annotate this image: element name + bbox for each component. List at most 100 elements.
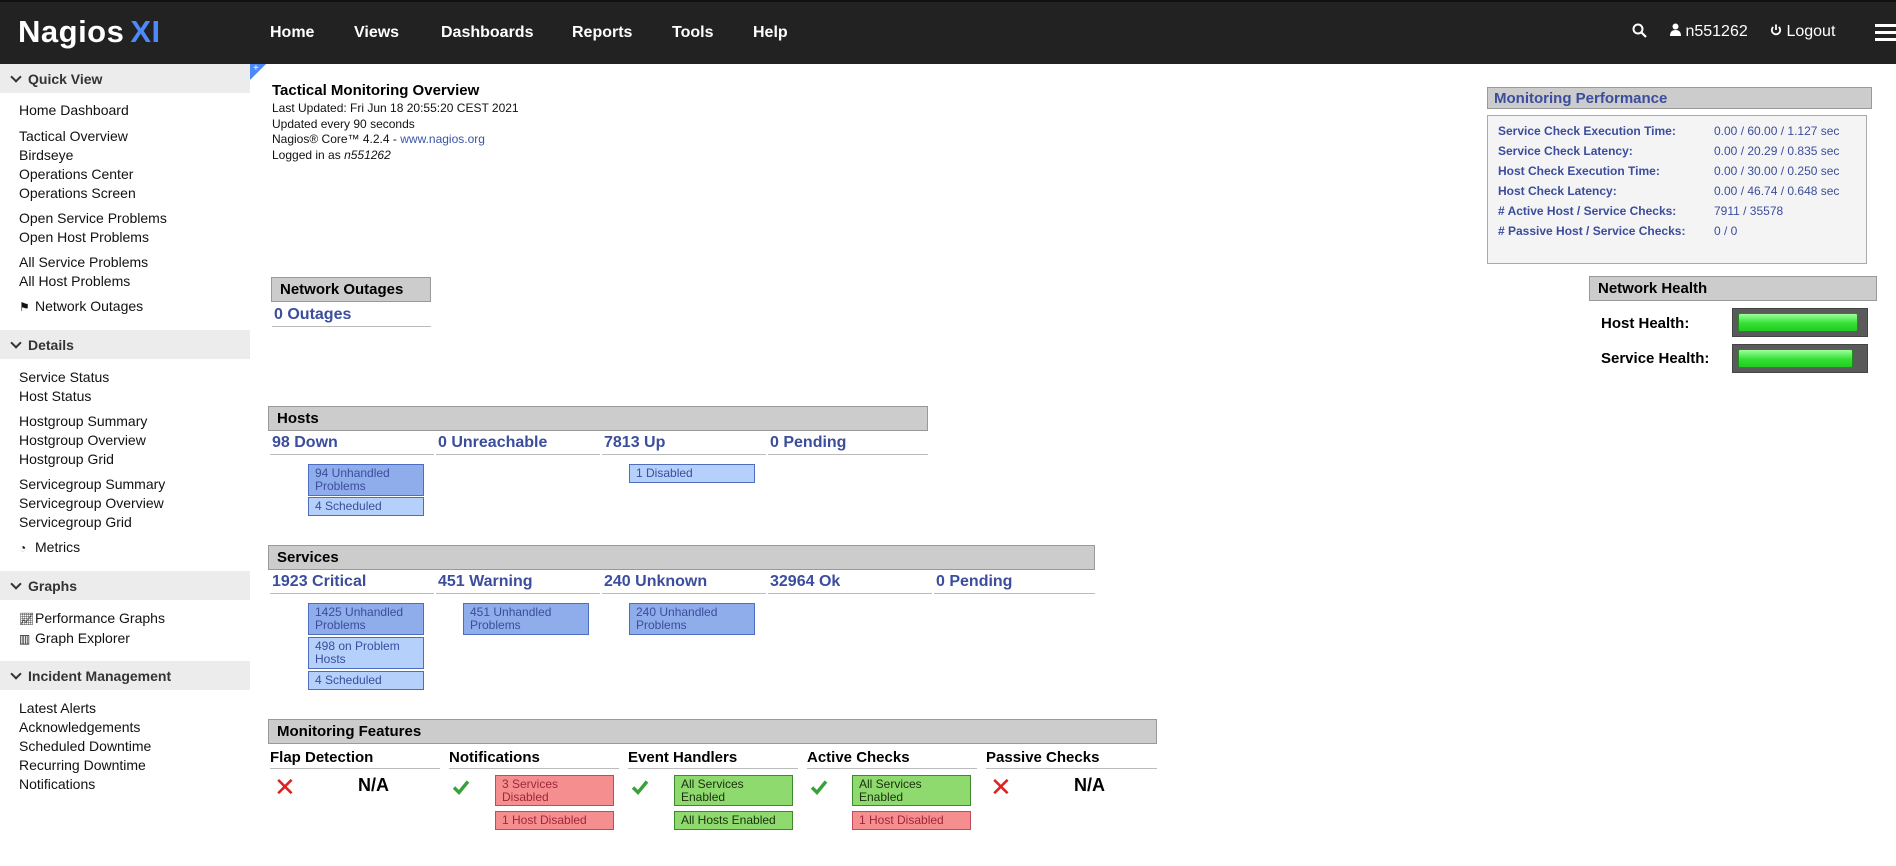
service-health-label: Service Health: <box>1601 350 1710 367</box>
nav-dashboards[interactable]: Dashboards <box>441 24 533 42</box>
flag-icon: ⚑ <box>19 300 30 314</box>
hosts-up-disabled-chip[interactable]: 1 Disabled <box>629 464 755 483</box>
sidebar-item-scheduled-downtime[interactable]: Scheduled Downtime <box>19 738 151 754</box>
enabled-check-icon[interactable] <box>810 778 828 796</box>
services-warning-link[interactable]: 451 Warning <box>436 573 600 594</box>
active-checks-services-enabled-chip[interactable]: All Services Enabled <box>852 775 971 806</box>
sidebar-item-open-service-problems[interactable]: Open Service Problems <box>19 210 167 226</box>
services-critical-scheduled-chip[interactable]: 4 Scheduled <box>308 671 424 690</box>
username-label: n551262 <box>1685 23 1748 40</box>
event-handlers-services-enabled-chip[interactable]: All Services Enabled <box>674 775 793 806</box>
event-handlers-hosts-enabled-chip[interactable]: All Hosts Enabled <box>674 811 793 830</box>
sidebar-item-all-host-problems[interactable]: All Host Problems <box>19 273 130 289</box>
chevron-down-icon <box>10 668 22 680</box>
sidebar-item-network-outages[interactable]: ⚑ Network Outages <box>19 298 143 314</box>
sidebar-item-servicegroup-summary[interactable]: Servicegroup Summary <box>19 476 165 492</box>
perf-label: Host Check Latency: <box>1498 184 1617 198</box>
sidebar-item-host-status[interactable]: Host Status <box>19 388 91 404</box>
sidebar-item-hostgroup-overview[interactable]: Hostgroup Overview <box>19 432 146 448</box>
sidebar-section-incident-management[interactable]: Incident Management <box>0 661 250 690</box>
search-button[interactable] <box>1632 23 1647 43</box>
sidebar-item-acknowledgements[interactable]: Acknowledgements <box>19 719 140 735</box>
perf-label: Service Check Execution Time: <box>1498 124 1676 138</box>
hosts-pending-link[interactable]: 0 Pending <box>768 434 928 455</box>
notifications-label: Notifications <box>449 749 619 769</box>
enabled-check-icon[interactable] <box>452 778 470 796</box>
host-health-label: Host Health: <box>1601 315 1690 332</box>
sidebar-section-quick-view[interactable]: Quick View <box>0 64 250 93</box>
sidebar-item-hostgroup-grid[interactable]: Hostgroup Grid <box>19 451 114 467</box>
notifications-services-disabled-chip[interactable]: 3 Services Disabled <box>495 775 614 806</box>
services-title: Services <box>268 545 1095 570</box>
sidebar-item-recurring-downtime[interactable]: Recurring Downtime <box>19 757 146 773</box>
sidebar-item-tactical-overview[interactable]: Tactical Overview <box>19 128 128 144</box>
sidebar-item-all-service-problems[interactable]: All Service Problems <box>19 254 148 270</box>
sidebar-item-notifications[interactable]: Notifications <box>19 776 95 792</box>
services-critical-on-problem-hosts-chip[interactable]: 498 on Problem Hosts <box>308 637 424 669</box>
sidebar-section-details[interactable]: Details <box>0 330 250 359</box>
disabled-x-icon[interactable]: ✕ <box>990 774 1012 800</box>
sidebar-item-metrics[interactable]: ◔ Metrics <box>19 539 80 555</box>
sidebar: Quick View Home Dashboard Tactical Overv… <box>0 64 250 866</box>
nagios-xi-logo[interactable]: Nagios XI <box>18 14 161 50</box>
nagios-link[interactable]: www.nagios.org <box>400 132 485 146</box>
logout-button[interactable]: Logout <box>1770 23 1835 41</box>
hosts-down-scheduled-chip[interactable]: 4 Scheduled <box>308 497 424 516</box>
perf-label: Service Check Latency: <box>1498 144 1633 158</box>
nav-home[interactable]: Home <box>270 24 314 42</box>
sidebar-item-graph-explorer[interactable]: ▥ Graph Explorer <box>19 630 130 646</box>
perf-value: 7911 / 35578 <box>1714 204 1784 218</box>
nav-reports[interactable]: Reports <box>572 24 632 42</box>
hosts-down-unhandled-chip[interactable]: 94 Unhandled Problems <box>308 464 424 496</box>
nav-views[interactable]: Views <box>354 24 399 42</box>
sidebar-item-open-host-problems[interactable]: Open Host Problems <box>19 229 149 245</box>
disabled-x-icon[interactable]: ✕ <box>274 774 296 800</box>
page-title: Tactical Monitoring Overview <box>272 82 480 99</box>
sidebar-item-servicegroup-overview[interactable]: Servicegroup Overview <box>19 495 164 511</box>
services-critical-link[interactable]: 1923 Critical <box>270 573 434 594</box>
sidebar-section-graphs[interactable]: Graphs <box>0 571 250 600</box>
nav-help[interactable]: Help <box>753 24 788 42</box>
host-health-fill <box>1738 313 1858 332</box>
sidebar-item-performance-graphs[interactable]: 📈︎Performance Graphs <box>19 610 165 626</box>
sidebar-item-servicegroup-grid[interactable]: Servicegroup Grid <box>19 514 132 530</box>
outages-count-link[interactable]: 0 Outages <box>272 306 431 327</box>
services-ok-link[interactable]: 32964 Ok <box>768 573 932 594</box>
services-unknown-unhandled-chip[interactable]: 240 Unhandled Problems <box>629 603 755 635</box>
active-checks-hosts-disabled-chip[interactable]: 1 Host Disabled <box>852 811 971 830</box>
monitoring-performance-title: Monitoring Performance <box>1487 87 1872 109</box>
monitoring-performance-table: Service Check Execution Time: 0.00 / 60.… <box>1487 115 1867 264</box>
core-version: Nagios® Core™ 4.2.4 - www.nagios.org <box>272 132 485 146</box>
nav-tools[interactable]: Tools <box>672 24 713 42</box>
main-content: + Tactical Monitoring Overview Last Upda… <box>250 64 1896 864</box>
enabled-check-icon[interactable] <box>631 778 649 796</box>
services-unknown-link[interactable]: 240 Unknown <box>602 573 766 594</box>
hosts-up-link[interactable]: 7813 Up <box>602 434 766 455</box>
sidebar-item-service-status[interactable]: Service Status <box>19 369 109 385</box>
sidebar-item-operations-center[interactable]: Operations Center <box>19 166 133 182</box>
sidebar-item-birdseye[interactable]: Birdseye <box>19 147 73 163</box>
perf-label: Host Check Execution Time: <box>1498 164 1660 178</box>
hosts-unreachable-link[interactable]: 0 Unreachable <box>436 434 600 455</box>
map-icon: ▥ <box>19 632 31 646</box>
services-pending-link[interactable]: 0 Pending <box>934 573 1095 594</box>
chevron-down-icon <box>10 578 22 590</box>
flap-detection-value: N/A <box>358 775 389 795</box>
user-menu[interactable]: n551262 <box>1670 23 1748 41</box>
passive-checks-label: Passive Checks <box>986 749 1157 769</box>
sidebar-item-home-dashboard[interactable]: Home Dashboard <box>19 102 129 118</box>
services-warning-unhandled-chip[interactable]: 451 Unhandled Problems <box>463 603 589 635</box>
logo-text: Nagios <box>18 14 125 49</box>
hosts-down-link[interactable]: 98 Down <box>270 434 434 455</box>
line-chart-icon: 📈︎ <box>19 612 35 626</box>
event-handlers-label: Event Handlers <box>628 749 798 769</box>
dashboard-gauge-icon: ◔ <box>19 541 27 555</box>
sidebar-item-hostgroup-summary[interactable]: Hostgroup Summary <box>19 413 147 429</box>
hamburger-menu-icon[interactable] <box>1875 24 1896 42</box>
sidebar-item-operations-screen[interactable]: Operations Screen <box>19 185 136 201</box>
services-critical-unhandled-chip[interactable]: 1425 Unhandled Problems <box>308 603 424 635</box>
expand-plus-icon[interactable]: + <box>250 64 266 80</box>
notifications-hosts-disabled-chip[interactable]: 1 Host Disabled <box>495 811 614 830</box>
sidebar-item-latest-alerts[interactable]: Latest Alerts <box>19 700 96 716</box>
perf-value: 0 / 0 <box>1714 224 1738 238</box>
